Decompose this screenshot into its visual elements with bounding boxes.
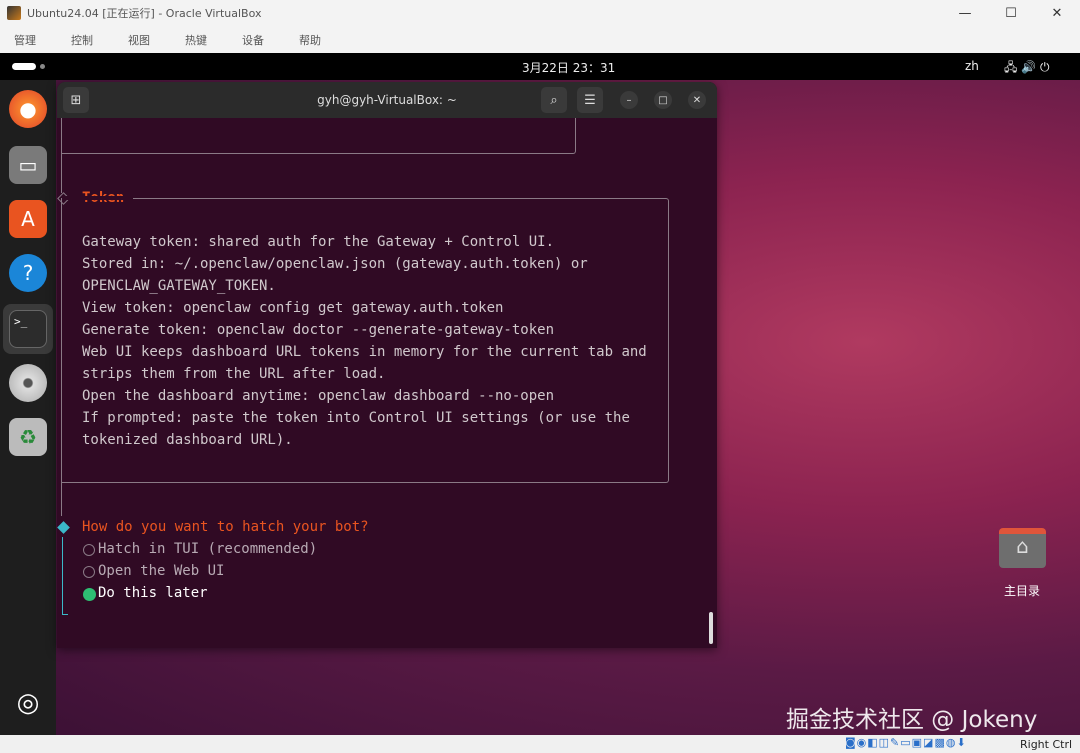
vbox-statusbar: ◙◉◧◫✎▭▣◪▩◍⬇ Right Ctrl: [0, 735, 1080, 753]
token-line: Stored in: ~/.openclaw/openclaw.json (ga…: [82, 256, 588, 272]
token-box-title-gap: [61, 196, 133, 200]
menu-devices[interactable]: 设备: [242, 32, 264, 48]
radio-selected-icon: [83, 588, 96, 601]
terminal-minimize-button[interactable]: –: [620, 91, 638, 109]
menu-hotkeys[interactable]: 热键: [185, 32, 207, 48]
dock: ● ▭ A ? >_ ♻ ◎: [0, 80, 56, 735]
left-rail: [61, 198, 62, 516]
question-diamond-icon: [57, 521, 70, 534]
help-icon[interactable]: ?: [9, 254, 47, 292]
radio-unselected-icon: [83, 544, 95, 556]
ubuntu-top-bar: 3月22日 23：31 zh 🖧 🔊 ⏻: [0, 53, 1080, 80]
activities-button[interactable]: [12, 63, 36, 70]
menu-button[interactable]: ☰: [577, 87, 603, 113]
terminal-window[interactable]: ⊞ gyh@gyh-VirtualBox: ~ ⌕ ☰ – □ ✕ Token …: [57, 82, 717, 648]
terminal-icon[interactable]: >_: [9, 310, 47, 348]
token-line: strips them from the URL after load.: [82, 366, 386, 382]
workspace-dot: [40, 64, 45, 69]
app-center-icon[interactable]: A: [9, 200, 47, 238]
input-method[interactable]: zh: [965, 59, 979, 73]
terminal-headerbar: ⊞ gyh@gyh-VirtualBox: ~ ⌕ ☰ – □ ✕: [57, 82, 717, 118]
radio-unselected-icon: [83, 566, 95, 578]
left-rail: [61, 118, 62, 193]
virtualbox-icon: [7, 6, 21, 20]
clock[interactable]: 3月22日 23：31: [522, 59, 615, 76]
show-apps-icon[interactable]: ◎: [9, 684, 47, 722]
token-line: tokenized dashboard URL).: [82, 432, 293, 448]
scrollbar[interactable]: [709, 612, 713, 644]
vbox-titlebar: Ubuntu24.04 [正在运行] - Oracle VirtualBox —…: [0, 0, 1080, 26]
terminal-maximize-button[interactable]: □: [654, 91, 672, 109]
token-line: Web UI keeps dashboard URL tokens in mem…: [82, 344, 647, 360]
token-line: View token: openclaw config get gateway.…: [82, 300, 504, 316]
token-line: Generate token: openclaw doctor --genera…: [82, 322, 555, 338]
firefox-icon[interactable]: ●: [9, 90, 47, 128]
menu-help[interactable]: 帮助: [299, 32, 321, 48]
token-line: OPENCLAW_GATEWAY_TOKEN.: [82, 278, 276, 294]
device-status-icons[interactable]: ◙◉◧◫✎▭▣◪▩◍⬇: [845, 736, 967, 749]
maximize-button[interactable]: ☐: [988, 0, 1034, 26]
menu-manage[interactable]: 管理: [14, 32, 36, 48]
host-key-label: Right Ctrl: [1020, 738, 1073, 751]
token-line: If prompted: paste the token into Contro…: [82, 410, 630, 426]
search-button[interactable]: ⌕: [541, 87, 567, 113]
question-rail: [62, 537, 68, 615]
close-button[interactable]: ✕: [1034, 0, 1080, 26]
trash-icon[interactable]: ♻: [9, 418, 47, 456]
option-label: Open the Web UI: [98, 563, 225, 579]
prev-box-border: [61, 118, 576, 154]
option-label: Do this later: [98, 585, 208, 601]
terminal-close-button[interactable]: ✕: [688, 91, 706, 109]
token-line: Gateway token: shared auth for the Gatew…: [82, 234, 555, 250]
question-text: How do you want to hatch your bot?: [82, 519, 369, 535]
option-label: Hatch in TUI (recommended): [98, 541, 318, 557]
home-folder-label[interactable]: 主目录: [1004, 582, 1040, 599]
menu-control[interactable]: 控制: [71, 32, 93, 48]
system-status-icons[interactable]: 🖧 🔊 ⏻: [1004, 58, 1049, 79]
window-title: Ubuntu24.04 [正在运行] - Oracle VirtualBox: [27, 7, 262, 20]
token-line: Open the dashboard anytime: openclaw das…: [82, 388, 555, 404]
home-folder-icon[interactable]: ⌂: [999, 528, 1046, 568]
disc-icon[interactable]: [9, 364, 47, 402]
minimize-button[interactable]: —: [942, 0, 988, 26]
files-icon[interactable]: ▭: [9, 146, 47, 184]
terminal-title: gyh@gyh-VirtualBox: ~: [317, 93, 457, 107]
watermark: 掘金技术社区 @ Jokeny: [786, 707, 1038, 733]
menu-view[interactable]: 视图: [128, 32, 150, 48]
vbox-menubar: 管理 控制 视图 热键 设备 帮助: [0, 26, 1080, 53]
